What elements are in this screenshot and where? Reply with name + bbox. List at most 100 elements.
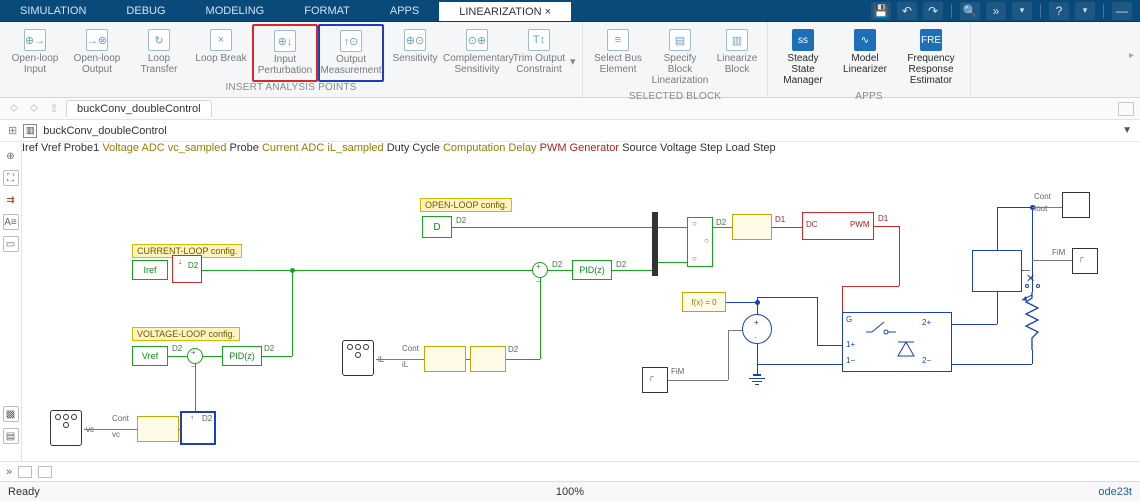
tab-modeling[interactable]: MODELING [186,0,285,21]
arrows-icon[interactable]: ⇉ [3,192,19,208]
current-system-label[interactable]: buckConv_doubleControl [43,125,167,137]
tab-close-icon[interactable]: × [542,6,551,18]
vc-sampled-label: vc_sampled [168,142,227,154]
tab-linearization[interactable]: LINEARIZATION × [439,0,571,21]
undo-icon[interactable]: ↶ [897,2,917,20]
hierarchy-icon[interactable]: ▥ [23,124,37,138]
fit-view-icon[interactable]: ⛶ [3,170,19,186]
diag-box-2[interactable] [38,466,52,478]
iref-block[interactable]: Iref [132,260,168,280]
probe-il: iL [402,360,408,369]
tab-simulation[interactable]: SIMULATION [0,0,106,21]
redo-icon[interactable]: ↷ [923,2,943,20]
zoom-icon[interactable]: ⊕ [3,148,19,164]
model-browser-toggle-icon[interactable]: ⊞ [8,124,17,137]
probe-block[interactable] [342,340,374,376]
voltage-adc-block[interactable] [137,416,179,442]
insert-dropdown-icon[interactable]: ▾ [570,39,578,68]
vref-block[interactable]: Vref [132,346,168,366]
search-icon[interactable]: 🔍 [960,2,980,20]
solver-config-block[interactable]: f(x) = 0 [682,292,726,312]
sensitivity-button[interactable]: ⊕⊙Sensitivity [384,24,446,69]
manual-switch-block[interactable] [687,217,713,267]
vref-d2: D2 [172,344,182,353]
linearize-block-button[interactable]: ▥Linearize Block [711,24,763,80]
input-perturbation-button[interactable]: ⊕↓Input Perturbation [252,24,318,82]
complementary-sensitivity-button[interactable]: ⊙⊕Complementary Sensitivity [446,24,508,80]
iref-name: Iref [22,142,38,154]
computation-delay-block[interactable] [732,214,772,240]
loop-break-button[interactable]: × Loop Break [190,24,252,69]
voltage-pid-block[interactable]: PID(z) [222,346,262,366]
simulink-canvas[interactable]: CURRENT-LOOP config. Iref ↓ D2 Iref VOLT… [22,142,1140,480]
open-loop-input-label: Open-loop Input [7,53,63,75]
source-voltage-step-label: Source Voltage Step [622,142,722,154]
frequency-response-estimator-button[interactable]: FREFrequency Response Estimator [896,24,966,91]
select-bus-element-button[interactable]: ≡Select Bus Element [587,24,649,80]
current-adc-block[interactable] [424,346,466,372]
diagnostic-toggle-icon[interactable]: » [6,466,12,478]
tab-debug[interactable]: DEBUG [106,0,185,21]
content-caret-icon[interactable]: ▼ [1122,125,1132,136]
nav-forward-icon[interactable]: ⬦ [26,101,42,117]
annotation-icon[interactable]: A≡ [3,214,19,230]
scope-lout: Iout [1034,204,1047,213]
open-loop-input-button[interactable]: ⊕→Open-loop Input [4,24,66,80]
computation-delay-label: Computation Delay [443,142,537,154]
loop-break-icon: × [210,29,232,51]
voltage-loop-tag[interactable]: VOLTAGE-LOOP config. [132,327,240,341]
quick-access-toolbar: 💾 ↶ ↷ 🔍 » ▾ ? ▾ — [871,2,1140,20]
nav-back-icon[interactable]: ⬦ [6,101,22,117]
ribbon-overflow-icon[interactable]: ▸ [1129,50,1134,61]
probe-label: Probe [230,142,259,154]
explorer-bar: ⬦ ⬦ ⇧ buckConv_doubleControl [0,98,1140,120]
loop-transfer-button[interactable]: ↻Loop Transfer [128,24,190,80]
steady-state-manager-button[interactable]: ssSteady State Manager [772,24,834,91]
model-tab[interactable]: buckConv_doubleControl [66,100,212,117]
scope-block[interactable] [1062,192,1090,218]
csum-d2: D2 [552,260,562,269]
ribbon: ⊕→Open-loop Input →⊗Open-loop Output ↻Lo… [0,22,1140,98]
output-measurement-button[interactable]: ↑⊙Output Measurement [318,24,384,82]
specify-block-linearization-button[interactable]: ▤Specify Block Linearization [649,24,711,91]
mux-block[interactable] [652,212,658,276]
pwm-generator-label: PWM Generator [540,142,619,154]
open-loop-tag[interactable]: OPEN-LOOP config. [420,198,512,212]
il-sampled-block[interactable] [470,346,506,372]
status-solver[interactable]: ode23t [1098,486,1132,498]
source-voltage-step-block[interactable] [642,367,668,393]
ils-d2: D2 [508,345,518,354]
minimize-ribbon-icon[interactable]: — [1112,2,1132,20]
tab-format[interactable]: FORMAT [284,0,370,21]
save-icon[interactable]: 💾 [871,2,891,20]
src-fim: FiM [671,367,684,376]
nav-up-icon[interactable]: ⇧ [46,101,62,117]
output-measurement-label: Output Measurement [320,54,381,76]
duty-d2: D2 [456,216,466,225]
trim-output-constraint-button[interactable]: T↕Trim Output Constraint [508,24,570,80]
voltage-adc-label: Voltage ADC [102,142,164,154]
status-zoom[interactable]: 100% [556,486,584,498]
diag-box-1[interactable] [18,466,32,478]
overflow-icon[interactable]: » [986,2,1006,20]
duty-cycle-block[interactable]: D [422,216,452,238]
model-linearizer-button[interactable]: ∿Model Linearizer [834,24,896,80]
help-icon[interactable]: ? [1049,2,1069,20]
input-perturbation-label: Input Perturbation [256,54,314,76]
viewmark-icon[interactable]: ▩ [3,406,19,422]
ground-block[interactable] [753,374,761,376]
image-block-icon[interactable]: ▭ [3,236,19,252]
load-fim: FiM [1052,248,1065,257]
current-pid-block[interactable]: PID(z) [572,260,612,280]
annotations-toggle-icon[interactable] [1118,102,1134,116]
input-perturbation-icon: ⊕↓ [274,30,296,52]
sensitivity-icon: ⊕⊙ [404,29,426,51]
model-data-icon[interactable]: ▤ [3,428,19,444]
loop-break-label: Loop Break [195,53,246,64]
probe1-block[interactable] [50,410,82,446]
open-loop-output-button[interactable]: →⊗Open-loop Output [66,24,128,80]
status-ready: Ready [8,486,40,498]
load-step-block[interactable] [1072,248,1098,274]
iref-d2-label: D2 [188,261,198,270]
tab-apps[interactable]: APPS [370,0,439,21]
